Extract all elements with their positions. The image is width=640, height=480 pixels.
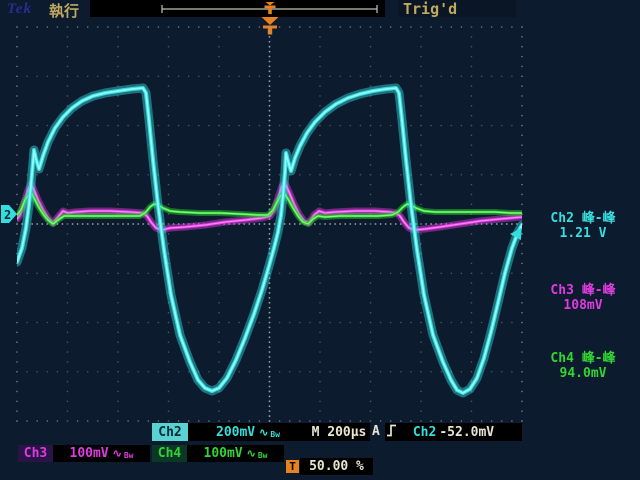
trigger-level-arrow-icon xyxy=(510,228,521,240)
ac-coupling-icon: ∿ xyxy=(112,447,122,460)
ch2-badge-label: Ch2 xyxy=(158,424,182,440)
trigger-readout: Ch2 -52.0mV xyxy=(385,423,522,441)
ch3-scale-value: 100mV xyxy=(69,446,109,461)
timebase-prefix: M xyxy=(311,424,320,440)
trigger-level-value: -52.0mV xyxy=(439,424,495,440)
graticule xyxy=(16,26,523,422)
ch3-waveform xyxy=(17,182,522,231)
bandwidth-limit-icon: Bw xyxy=(123,451,134,460)
timebase-value: 200µs xyxy=(327,424,367,440)
bandwidth-limit-icon: Bw xyxy=(270,430,280,439)
oscilloscope-screen: Tek 執行 Trig'd 2 Ch2 峰-峰 1.21 V Ch3 峰-峰 1… xyxy=(0,0,640,480)
measurement-ch3-value: 108mV xyxy=(563,298,603,313)
ch3-waveform xyxy=(17,181,522,232)
ch4-scale-readout: 100mV ∿ Bw xyxy=(187,445,284,462)
measurement-ch4-value: 94.0mV xyxy=(559,366,607,381)
ch2-waveform xyxy=(17,87,522,394)
bandwidth-limit-icon: Bw xyxy=(257,451,268,460)
trigger-position-value: 50.00 % xyxy=(309,459,364,474)
ch2-waveform xyxy=(17,86,522,395)
trigger-position-readout: 50.00 % xyxy=(300,458,373,475)
ch4-waveform xyxy=(17,191,522,225)
ac-coupling-icon: ∿ xyxy=(246,447,256,460)
record-view-strip xyxy=(90,0,385,17)
ch2-position-marker: 2 xyxy=(1,205,17,223)
measurement-ch3-title: Ch3 峰-峰 xyxy=(550,283,616,298)
ch3-waveform xyxy=(17,179,522,234)
ch2-scale-readout: 200mV ∿ Bw xyxy=(188,423,308,441)
trigger-position-marker-icon xyxy=(261,17,279,35)
measurement-ch2: Ch2 峰-峰 1.21 V xyxy=(533,211,633,241)
ch4-scale-value: 100mV xyxy=(203,446,243,461)
ch4-waveform xyxy=(17,190,522,226)
acquisition-status: 執行 xyxy=(49,2,80,20)
ch3-channel-badge: Ch3 xyxy=(18,445,53,462)
measurement-ch4: Ch4 峰-峰 94.0mV xyxy=(533,351,633,381)
trigger-status: Trig'd xyxy=(403,0,458,18)
timebase-readout: M 200µs xyxy=(308,423,370,441)
measurement-ch4-title: Ch4 峰-峰 xyxy=(550,351,616,366)
ch4-badge-label: Ch4 xyxy=(157,446,182,461)
ch2-waveform xyxy=(17,83,522,398)
ch2-channel-badge: Ch2 xyxy=(152,423,188,441)
ch4-waveform xyxy=(17,189,522,227)
trigger-t-glyph: T xyxy=(289,460,296,473)
ch2-scale-value: 200mV xyxy=(216,424,256,440)
ch4-channel-badge: Ch4 xyxy=(152,445,187,462)
measurement-ch3: Ch3 峰-峰 108mV xyxy=(533,283,633,313)
measurement-ch2-title: Ch2 峰-峰 xyxy=(550,211,616,226)
trigger-mode-label: A xyxy=(372,424,380,439)
trigger-t-icon: T xyxy=(286,460,299,473)
svg-text:2: 2 xyxy=(4,208,11,222)
brand-logo: Tek xyxy=(7,1,32,17)
rising-edge-icon xyxy=(387,424,396,437)
ch3-scale-readout: 100mV ∿ Bw xyxy=(53,445,150,462)
trigger-source: Ch2 xyxy=(412,424,437,440)
measurement-ch2-value: 1.21 V xyxy=(559,226,607,241)
ch3-badge-label: Ch3 xyxy=(23,446,48,461)
ac-coupling-icon: ∿ xyxy=(259,425,269,439)
